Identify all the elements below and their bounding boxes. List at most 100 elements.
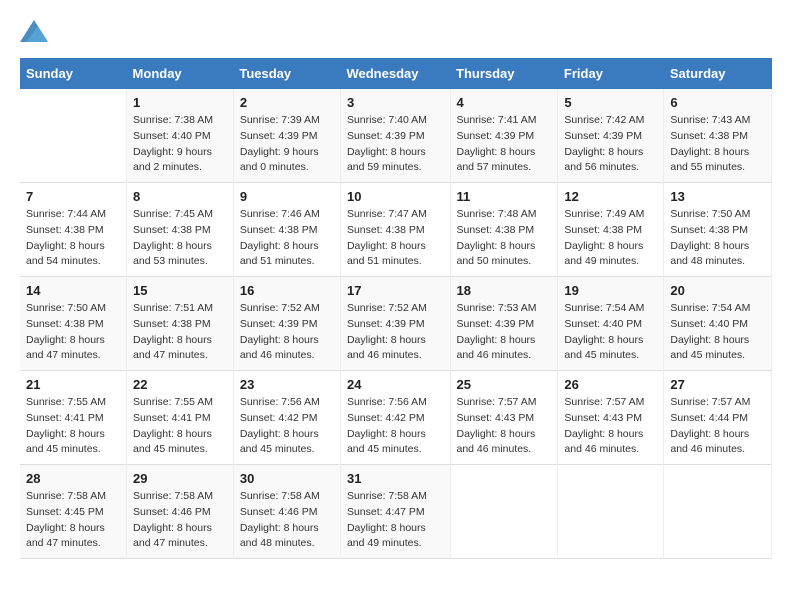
day-number: 22 [133,377,227,392]
day-number: 3 [347,95,444,110]
weekday-header-saturday: Saturday [664,58,772,89]
weekday-header-friday: Friday [558,58,664,89]
day-info: Sunrise: 7:57 AMSunset: 4:44 PMDaylight:… [670,396,750,455]
day-info: Sunrise: 7:41 AMSunset: 4:39 PMDaylight:… [457,114,537,173]
calendar-cell: 8 Sunrise: 7:45 AMSunset: 4:38 PMDayligh… [127,183,234,277]
day-number: 15 [133,283,227,298]
calendar-cell: 29 Sunrise: 7:58 AMSunset: 4:46 PMDaylig… [127,465,234,559]
calendar-cell: 5 Sunrise: 7:42 AMSunset: 4:39 PMDayligh… [558,89,664,183]
calendar-cell: 25 Sunrise: 7:57 AMSunset: 4:43 PMDaylig… [450,371,558,465]
calendar-cell: 28 Sunrise: 7:58 AMSunset: 4:45 PMDaylig… [20,465,127,559]
calendar-cell: 16 Sunrise: 7:52 AMSunset: 4:39 PMDaylig… [233,277,340,371]
day-info: Sunrise: 7:51 AMSunset: 4:38 PMDaylight:… [133,302,213,361]
day-info: Sunrise: 7:48 AMSunset: 4:38 PMDaylight:… [457,208,537,267]
day-info: Sunrise: 7:56 AMSunset: 4:42 PMDaylight:… [347,396,427,455]
day-number: 20 [670,283,765,298]
day-number: 10 [347,189,444,204]
day-info: Sunrise: 7:58 AMSunset: 4:46 PMDaylight:… [240,490,320,549]
day-info: Sunrise: 7:50 AMSunset: 4:38 PMDaylight:… [670,208,750,267]
day-number: 17 [347,283,444,298]
day-info: Sunrise: 7:47 AMSunset: 4:38 PMDaylight:… [347,208,427,267]
day-info: Sunrise: 7:42 AMSunset: 4:39 PMDaylight:… [564,114,644,173]
day-info: Sunrise: 7:38 AMSunset: 4:40 PMDaylight:… [133,114,213,173]
calendar-cell: 27 Sunrise: 7:57 AMSunset: 4:44 PMDaylig… [664,371,772,465]
calendar-table: SundayMondayTuesdayWednesdayThursdayFrid… [20,58,772,559]
day-number: 2 [240,95,334,110]
day-info: Sunrise: 7:55 AMSunset: 4:41 PMDaylight:… [26,396,106,455]
day-number: 1 [133,95,227,110]
day-info: Sunrise: 7:44 AMSunset: 4:38 PMDaylight:… [26,208,106,267]
calendar-cell: 14 Sunrise: 7:50 AMSunset: 4:38 PMDaylig… [20,277,127,371]
day-number: 8 [133,189,227,204]
calendar-cell [20,89,127,183]
calendar-cell: 11 Sunrise: 7:48 AMSunset: 4:38 PMDaylig… [450,183,558,277]
day-number: 13 [670,189,765,204]
day-info: Sunrise: 7:45 AMSunset: 4:38 PMDaylight:… [133,208,213,267]
day-info: Sunrise: 7:40 AMSunset: 4:39 PMDaylight:… [347,114,427,173]
day-info: Sunrise: 7:58 AMSunset: 4:45 PMDaylight:… [26,490,106,549]
day-number: 9 [240,189,334,204]
page-header [20,20,772,42]
day-number: 19 [564,283,657,298]
weekday-header-tuesday: Tuesday [233,58,340,89]
weekday-header-wednesday: Wednesday [340,58,450,89]
calendar-cell: 23 Sunrise: 7:56 AMSunset: 4:42 PMDaylig… [233,371,340,465]
day-number: 12 [564,189,657,204]
weekday-header-monday: Monday [127,58,234,89]
calendar-cell: 1 Sunrise: 7:38 AMSunset: 4:40 PMDayligh… [127,89,234,183]
day-number: 31 [347,471,444,486]
day-info: Sunrise: 7:43 AMSunset: 4:38 PMDaylight:… [670,114,750,173]
day-info: Sunrise: 7:58 AMSunset: 4:47 PMDaylight:… [347,490,427,549]
day-info: Sunrise: 7:55 AMSunset: 4:41 PMDaylight:… [133,396,213,455]
calendar-cell: 7 Sunrise: 7:44 AMSunset: 4:38 PMDayligh… [20,183,127,277]
day-number: 26 [564,377,657,392]
day-number: 16 [240,283,334,298]
calendar-cell: 31 Sunrise: 7:58 AMSunset: 4:47 PMDaylig… [340,465,450,559]
day-info: Sunrise: 7:46 AMSunset: 4:38 PMDaylight:… [240,208,320,267]
day-number: 14 [26,283,120,298]
day-info: Sunrise: 7:57 AMSunset: 4:43 PMDaylight:… [457,396,537,455]
calendar-cell [664,465,772,559]
day-number: 18 [457,283,552,298]
calendar-cell [558,465,664,559]
day-info: Sunrise: 7:57 AMSunset: 4:43 PMDaylight:… [564,396,644,455]
day-number: 21 [26,377,120,392]
day-number: 23 [240,377,334,392]
day-info: Sunrise: 7:52 AMSunset: 4:39 PMDaylight:… [240,302,320,361]
day-info: Sunrise: 7:53 AMSunset: 4:39 PMDaylight:… [457,302,537,361]
day-number: 24 [347,377,444,392]
calendar-cell [450,465,558,559]
weekday-header-thursday: Thursday [450,58,558,89]
calendar-cell: 9 Sunrise: 7:46 AMSunset: 4:38 PMDayligh… [233,183,340,277]
logo [20,20,52,42]
day-info: Sunrise: 7:52 AMSunset: 4:39 PMDaylight:… [347,302,427,361]
day-number: 5 [564,95,657,110]
calendar-cell: 12 Sunrise: 7:49 AMSunset: 4:38 PMDaylig… [558,183,664,277]
calendar-cell: 30 Sunrise: 7:58 AMSunset: 4:46 PMDaylig… [233,465,340,559]
calendar-cell: 18 Sunrise: 7:53 AMSunset: 4:39 PMDaylig… [450,277,558,371]
day-info: Sunrise: 7:54 AMSunset: 4:40 PMDaylight:… [564,302,644,361]
calendar-cell: 21 Sunrise: 7:55 AMSunset: 4:41 PMDaylig… [20,371,127,465]
day-number: 25 [457,377,552,392]
calendar-cell: 24 Sunrise: 7:56 AMSunset: 4:42 PMDaylig… [340,371,450,465]
day-number: 11 [457,189,552,204]
day-info: Sunrise: 7:54 AMSunset: 4:40 PMDaylight:… [670,302,750,361]
calendar-cell: 6 Sunrise: 7:43 AMSunset: 4:38 PMDayligh… [664,89,772,183]
day-number: 7 [26,189,120,204]
day-number: 29 [133,471,227,486]
day-info: Sunrise: 7:58 AMSunset: 4:46 PMDaylight:… [133,490,213,549]
calendar-cell: 15 Sunrise: 7:51 AMSunset: 4:38 PMDaylig… [127,277,234,371]
day-number: 27 [670,377,765,392]
calendar-cell: 20 Sunrise: 7:54 AMSunset: 4:40 PMDaylig… [664,277,772,371]
calendar-cell: 4 Sunrise: 7:41 AMSunset: 4:39 PMDayligh… [450,89,558,183]
day-info: Sunrise: 7:56 AMSunset: 4:42 PMDaylight:… [240,396,320,455]
calendar-cell: 10 Sunrise: 7:47 AMSunset: 4:38 PMDaylig… [340,183,450,277]
calendar-cell: 2 Sunrise: 7:39 AMSunset: 4:39 PMDayligh… [233,89,340,183]
calendar-cell: 3 Sunrise: 7:40 AMSunset: 4:39 PMDayligh… [340,89,450,183]
day-info: Sunrise: 7:50 AMSunset: 4:38 PMDaylight:… [26,302,106,361]
logo-icon [20,20,48,42]
day-number: 30 [240,471,334,486]
day-info: Sunrise: 7:39 AMSunset: 4:39 PMDaylight:… [240,114,320,173]
day-info: Sunrise: 7:49 AMSunset: 4:38 PMDaylight:… [564,208,644,267]
calendar-cell: 19 Sunrise: 7:54 AMSunset: 4:40 PMDaylig… [558,277,664,371]
